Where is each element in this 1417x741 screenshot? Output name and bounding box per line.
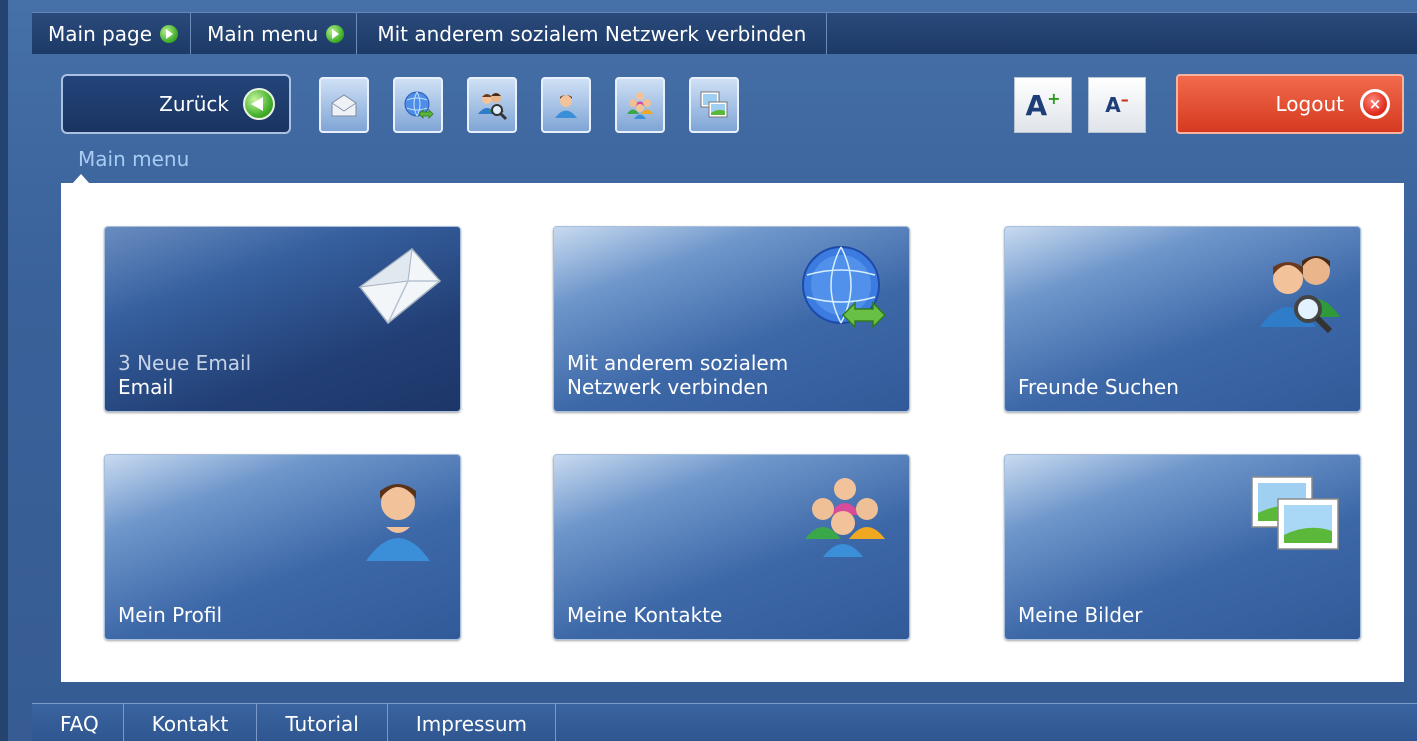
contacts-icon bbox=[627, 92, 653, 119]
font-increase-button[interactable]: A + bbox=[1014, 77, 1072, 133]
tile-my-pictures[interactable]: Meine Bilder bbox=[1004, 454, 1361, 640]
contacts-icon bbox=[805, 478, 885, 557]
footer-link-tutorial[interactable]: Tutorial bbox=[257, 704, 388, 741]
footer-link-imprint[interactable]: Impressum bbox=[388, 704, 557, 741]
toolbar-contacts-button[interactable] bbox=[615, 77, 665, 133]
tile-find-friends[interactable]: Freunde Suchen bbox=[1004, 226, 1361, 412]
plus-icon: + bbox=[1047, 88, 1061, 108]
globe-connect-icon bbox=[802, 246, 887, 329]
tile-find-friends-title: Freunde Suchen bbox=[1018, 375, 1179, 399]
breadcrumb-label: Main menu bbox=[207, 21, 319, 46]
footer-link-contact[interactable]: Kontakt bbox=[124, 704, 258, 741]
section-title: Main menu bbox=[78, 147, 190, 171]
tile-my-contacts-title: Meine Kontakte bbox=[567, 603, 723, 627]
pictures-icon bbox=[700, 91, 728, 118]
breadcrumb-label: Mit anderem sozialem Netzwerk verbinden bbox=[377, 21, 807, 46]
tile-my-profile[interactable]: Mein Profil bbox=[104, 454, 461, 640]
close-icon: × bbox=[1360, 89, 1390, 119]
logout-button[interactable]: Logout × bbox=[1176, 74, 1404, 134]
envelope-icon bbox=[358, 247, 442, 325]
tile-label: 3 Neue Email Email bbox=[118, 351, 251, 399]
toolbar-profile-button[interactable] bbox=[541, 77, 591, 133]
breadcrumb-main-page[interactable]: Main page bbox=[32, 13, 192, 54]
tile-label: Meine Kontakte bbox=[567, 603, 722, 627]
breadcrumb-current: Mit anderem sozialem Netzwerk verbinden bbox=[357, 13, 828, 54]
app-window: Main page Main menu Mit anderem sozialem… bbox=[0, 0, 1417, 741]
tile-my-profile-title: Mein Profil bbox=[118, 603, 223, 627]
breadcrumb-label: Main page bbox=[48, 21, 153, 46]
minus-icon: – bbox=[1120, 89, 1129, 109]
tile-email[interactable]: 3 Neue Email Email bbox=[104, 226, 461, 412]
main-menu-panel: 3 Neue Email Email Mit anderem sozialem … bbox=[61, 183, 1404, 682]
profile-icon bbox=[366, 484, 430, 561]
globe-connect-icon bbox=[404, 91, 434, 119]
tile-label: Meine Bilder bbox=[1018, 603, 1143, 627]
font-decrease-button[interactable]: A – bbox=[1088, 77, 1146, 133]
arrow-left-icon bbox=[243, 88, 275, 120]
back-button[interactable]: Zurück bbox=[61, 74, 291, 134]
arrow-right-icon bbox=[160, 24, 179, 43]
tile-email-count: 3 Neue Email bbox=[118, 351, 252, 375]
toolbar-email-button[interactable] bbox=[319, 77, 369, 133]
breadcrumb: Main page Main menu Mit anderem sozialem… bbox=[32, 12, 1417, 54]
logout-button-label: Logout bbox=[1275, 92, 1344, 116]
footer-link-faq[interactable]: FAQ bbox=[32, 704, 124, 741]
tile-connect-network[interactable]: Mit anderem sozialem Netzwerk verbinden bbox=[553, 226, 910, 412]
tile-my-contacts[interactable]: Meine Kontakte bbox=[553, 454, 910, 640]
profile-icon bbox=[555, 95, 577, 118]
tile-email-title: Email bbox=[118, 375, 174, 399]
back-button-label: Zurück bbox=[159, 92, 229, 116]
toolbar-pictures-button[interactable] bbox=[689, 77, 739, 133]
arrow-right-icon bbox=[326, 24, 345, 43]
pictures-icon bbox=[1251, 476, 1339, 550]
font-increase-label: A bbox=[1025, 88, 1048, 122]
font-decrease-label: A bbox=[1105, 93, 1121, 117]
envelope-icon bbox=[331, 94, 357, 117]
tile-connect-line2: Netzwerk verbinden bbox=[567, 375, 769, 399]
toolbar-find-friends-button[interactable] bbox=[467, 77, 517, 133]
tile-label: Mein Profil bbox=[118, 603, 222, 627]
breadcrumb-main-menu[interactable]: Main menu bbox=[191, 13, 358, 54]
toolbar-network-button[interactable] bbox=[393, 77, 443, 133]
find-friends-icon bbox=[1260, 256, 1340, 334]
find-friends-icon bbox=[478, 93, 508, 121]
tile-label: Freunde Suchen bbox=[1018, 375, 1179, 399]
footer-nav: FAQ Kontakt Tutorial Impressum bbox=[32, 703, 1417, 741]
tile-label: Mit anderem sozialem Netzwerk verbinden bbox=[567, 351, 788, 399]
tile-my-pictures-title: Meine Bilder bbox=[1018, 603, 1143, 627]
tile-connect-line1: Mit anderem sozialem bbox=[567, 351, 789, 375]
